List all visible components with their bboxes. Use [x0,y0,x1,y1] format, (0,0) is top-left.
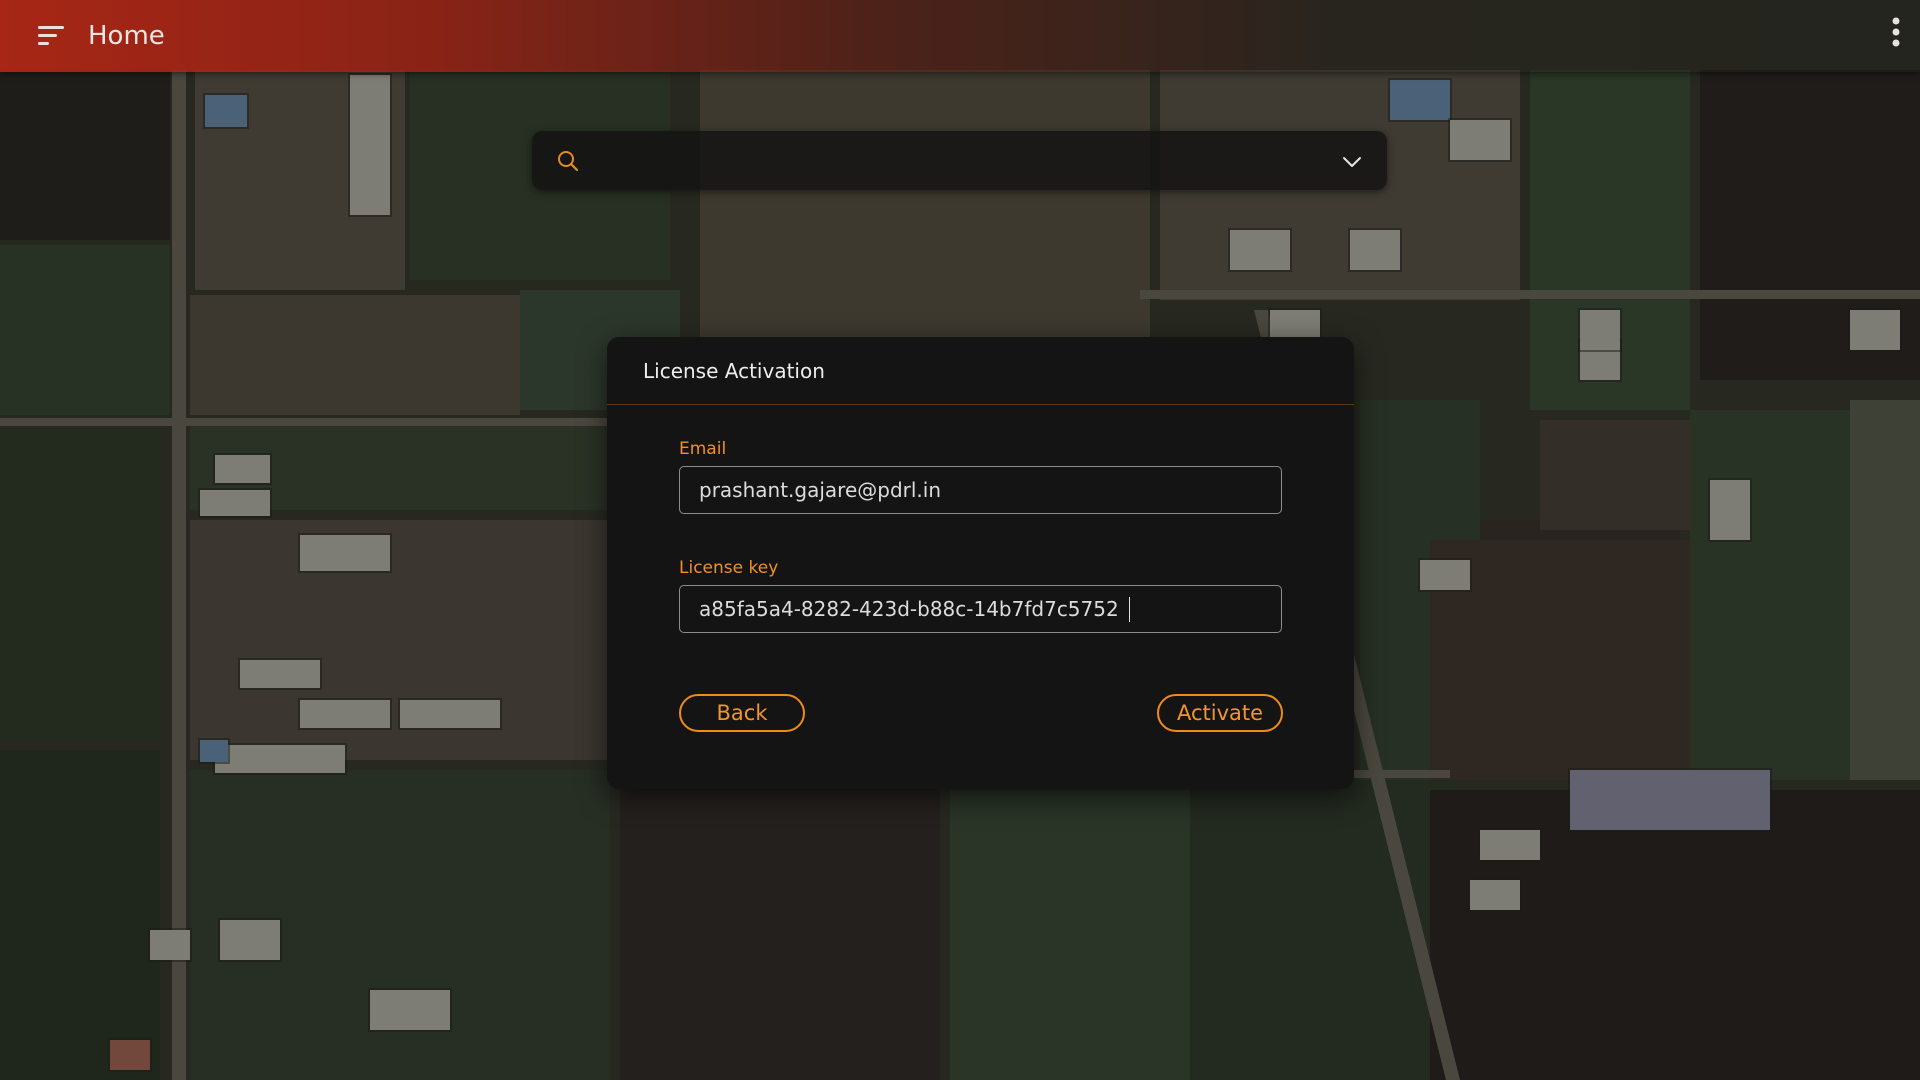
dialog-header: License Activation [607,337,1354,405]
email-label: Email [679,439,727,459]
license-key-field[interactable] [679,585,1282,633]
app-bar: Home [0,0,1920,72]
menu-button[interactable] [36,22,68,50]
page-title: Home [88,21,165,51]
license-activation-dialog: License Activation Email License key Bac… [607,337,1354,789]
more-options-button[interactable] [1886,14,1906,54]
search-bar[interactable] [532,131,1387,190]
search-icon [558,151,579,172]
text-caret [1129,597,1130,622]
more-vertical-icon [1892,17,1900,47]
activate-button[interactable]: Activate [1157,694,1283,732]
license-key-label: License key [679,558,779,578]
screen: Home License Activation Email License ke… [0,0,1920,1080]
back-button[interactable]: Back [679,694,805,732]
sort-lines-icon [38,26,64,45]
chevron-down-icon[interactable] [1341,151,1363,173]
search-input[interactable] [596,139,1300,183]
dialog-title: License Activation [643,359,825,383]
email-field[interactable] [679,466,1282,514]
